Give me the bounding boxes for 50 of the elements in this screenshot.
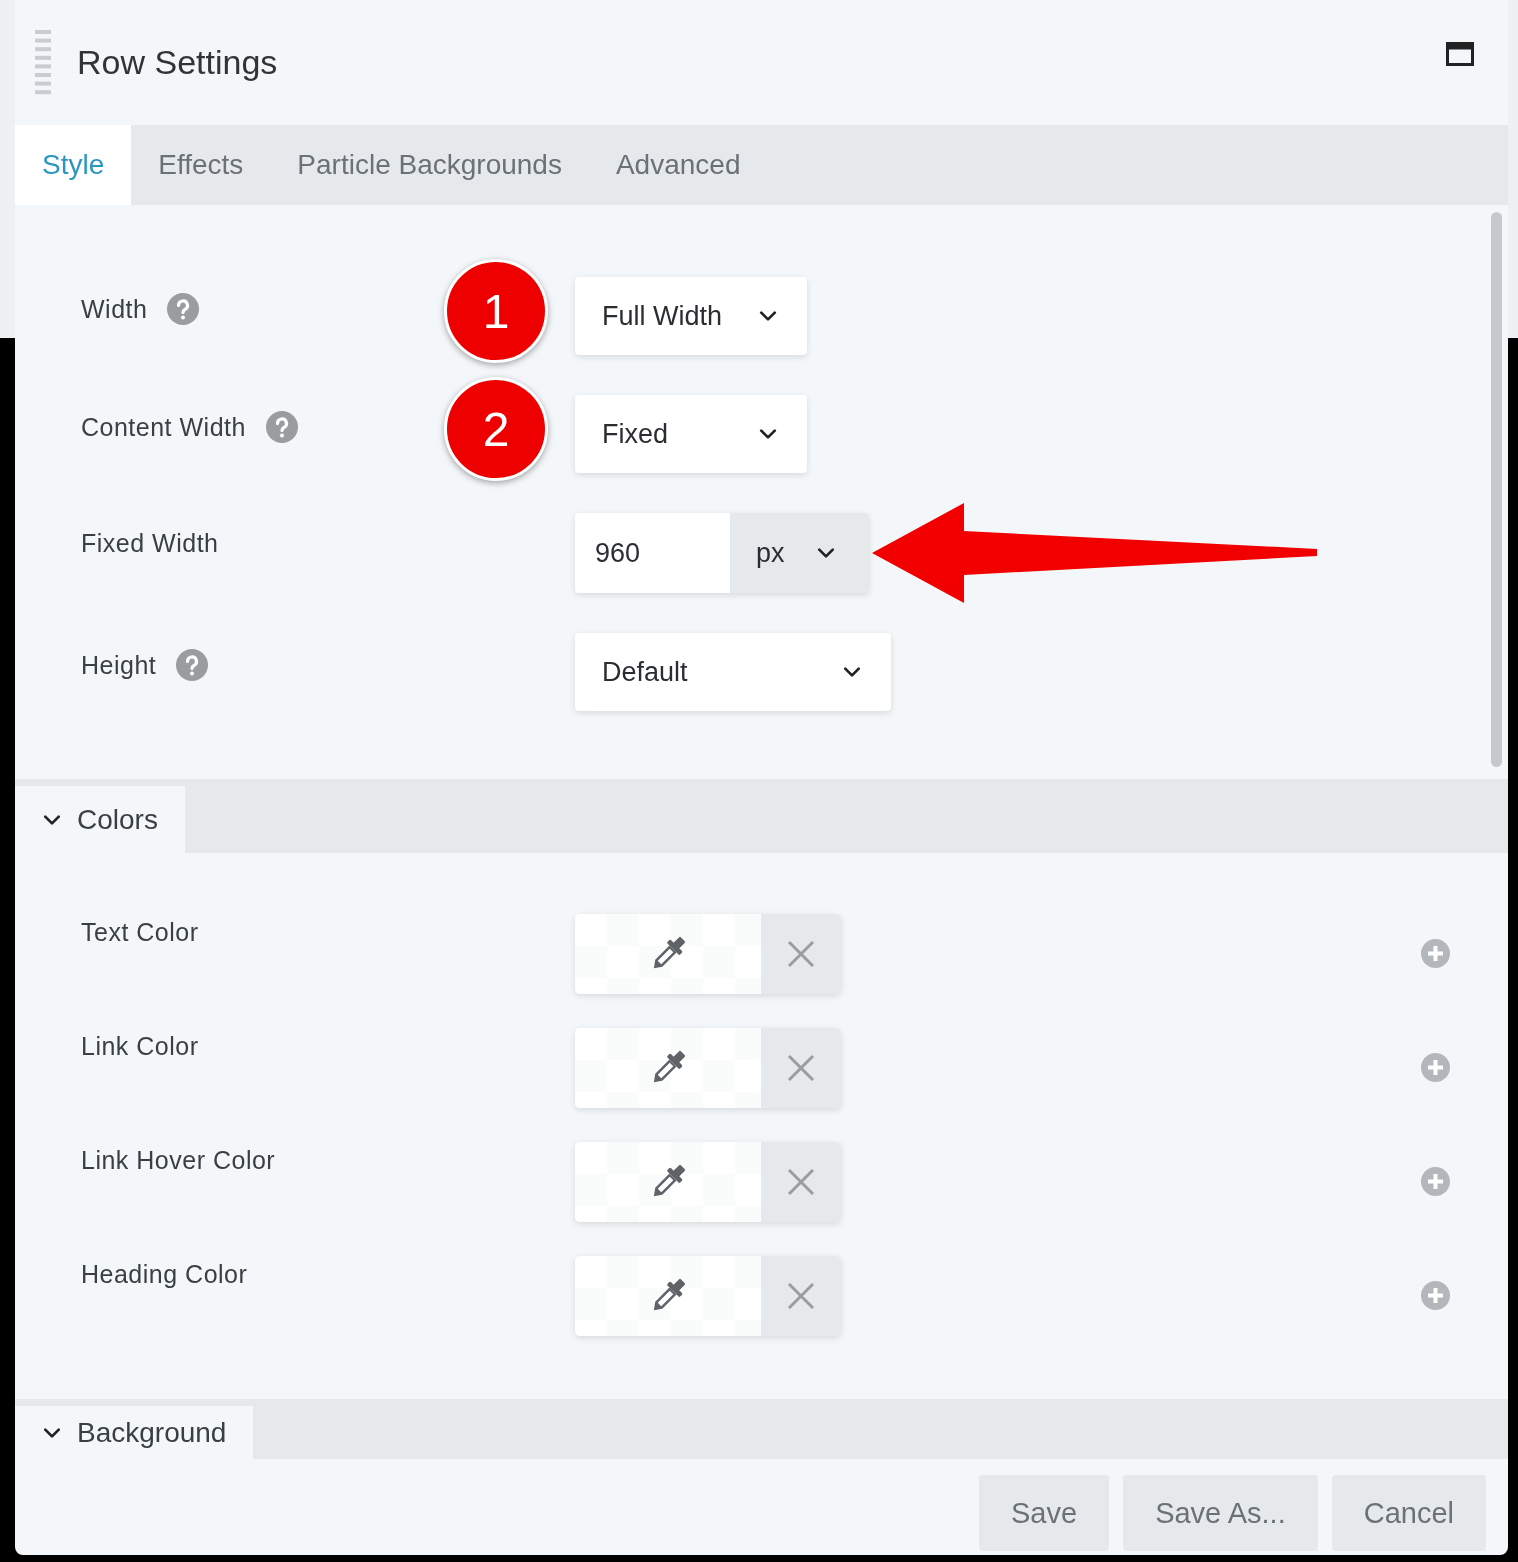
maximize-icon[interactable] — [1446, 42, 1474, 66]
field-label: Content Width — [81, 412, 246, 442]
dialog-button[interactable]: Save As... — [1123, 1475, 1318, 1551]
add-icon[interactable] — [1421, 1167, 1450, 1196]
section-toggle[interactable]: Background — [15, 1406, 254, 1459]
field-label: Fixed Width — [81, 529, 219, 558]
close-icon — [787, 1054, 815, 1082]
color-swatch[interactable] — [575, 1142, 761, 1222]
number-input[interactable]: 960 — [575, 513, 730, 593]
select-dropdown[interactable]: Fixed — [575, 395, 807, 473]
clear-button[interactable] — [761, 1142, 841, 1222]
step-number-marker: 2 — [444, 377, 548, 481]
chevron-down-icon — [843, 666, 861, 678]
dialog-button[interactable]: Cancel — [1331, 1475, 1486, 1551]
color-swatch[interactable] — [575, 914, 761, 994]
drag-handle-icon[interactable] — [35, 29, 51, 96]
chevron-down-icon — [759, 310, 777, 322]
color-swatch[interactable] — [575, 1028, 761, 1108]
close-icon — [787, 1282, 815, 1310]
chevron-down-icon — [759, 428, 777, 440]
add-icon[interactable] — [1421, 939, 1450, 968]
tab[interactable]: Effects — [131, 125, 271, 205]
color-swatch[interactable] — [575, 1256, 761, 1336]
add-icon[interactable] — [1421, 1281, 1450, 1310]
tab[interactable]: Particle Backgrounds — [270, 125, 589, 205]
unit-dropdown[interactable]: px — [730, 513, 869, 593]
add-icon[interactable] — [1421, 1053, 1450, 1082]
section-toggle[interactable]: Colors — [15, 786, 185, 853]
chevron-down-icon — [817, 547, 835, 559]
select-dropdown[interactable]: Full Width — [575, 277, 807, 355]
window-title: Row Settings — [77, 43, 279, 82]
scrollbar[interactable] — [1491, 212, 1502, 767]
field-label: Link Color — [81, 1032, 199, 1061]
step-number-marker: 1 — [444, 259, 548, 363]
close-icon — [787, 940, 815, 968]
field-label: Text Color — [81, 918, 199, 947]
help-icon[interactable] — [176, 649, 209, 681]
clear-button[interactable] — [761, 1028, 841, 1108]
field-label: Width — [81, 294, 148, 324]
close-icon — [787, 1168, 815, 1196]
select-dropdown[interactable]: Default — [575, 633, 891, 711]
clear-button[interactable] — [761, 914, 841, 994]
field-label: Height — [81, 650, 157, 680]
help-icon[interactable] — [167, 293, 200, 325]
field-label: Heading Color — [81, 1260, 248, 1289]
tab[interactable]: Advanced — [588, 125, 768, 205]
clear-button[interactable] — [761, 1256, 841, 1336]
dialog-button[interactable]: Save — [979, 1475, 1110, 1551]
field-label: Link Hover Color — [81, 1146, 276, 1175]
help-icon[interactable] — [265, 411, 298, 443]
